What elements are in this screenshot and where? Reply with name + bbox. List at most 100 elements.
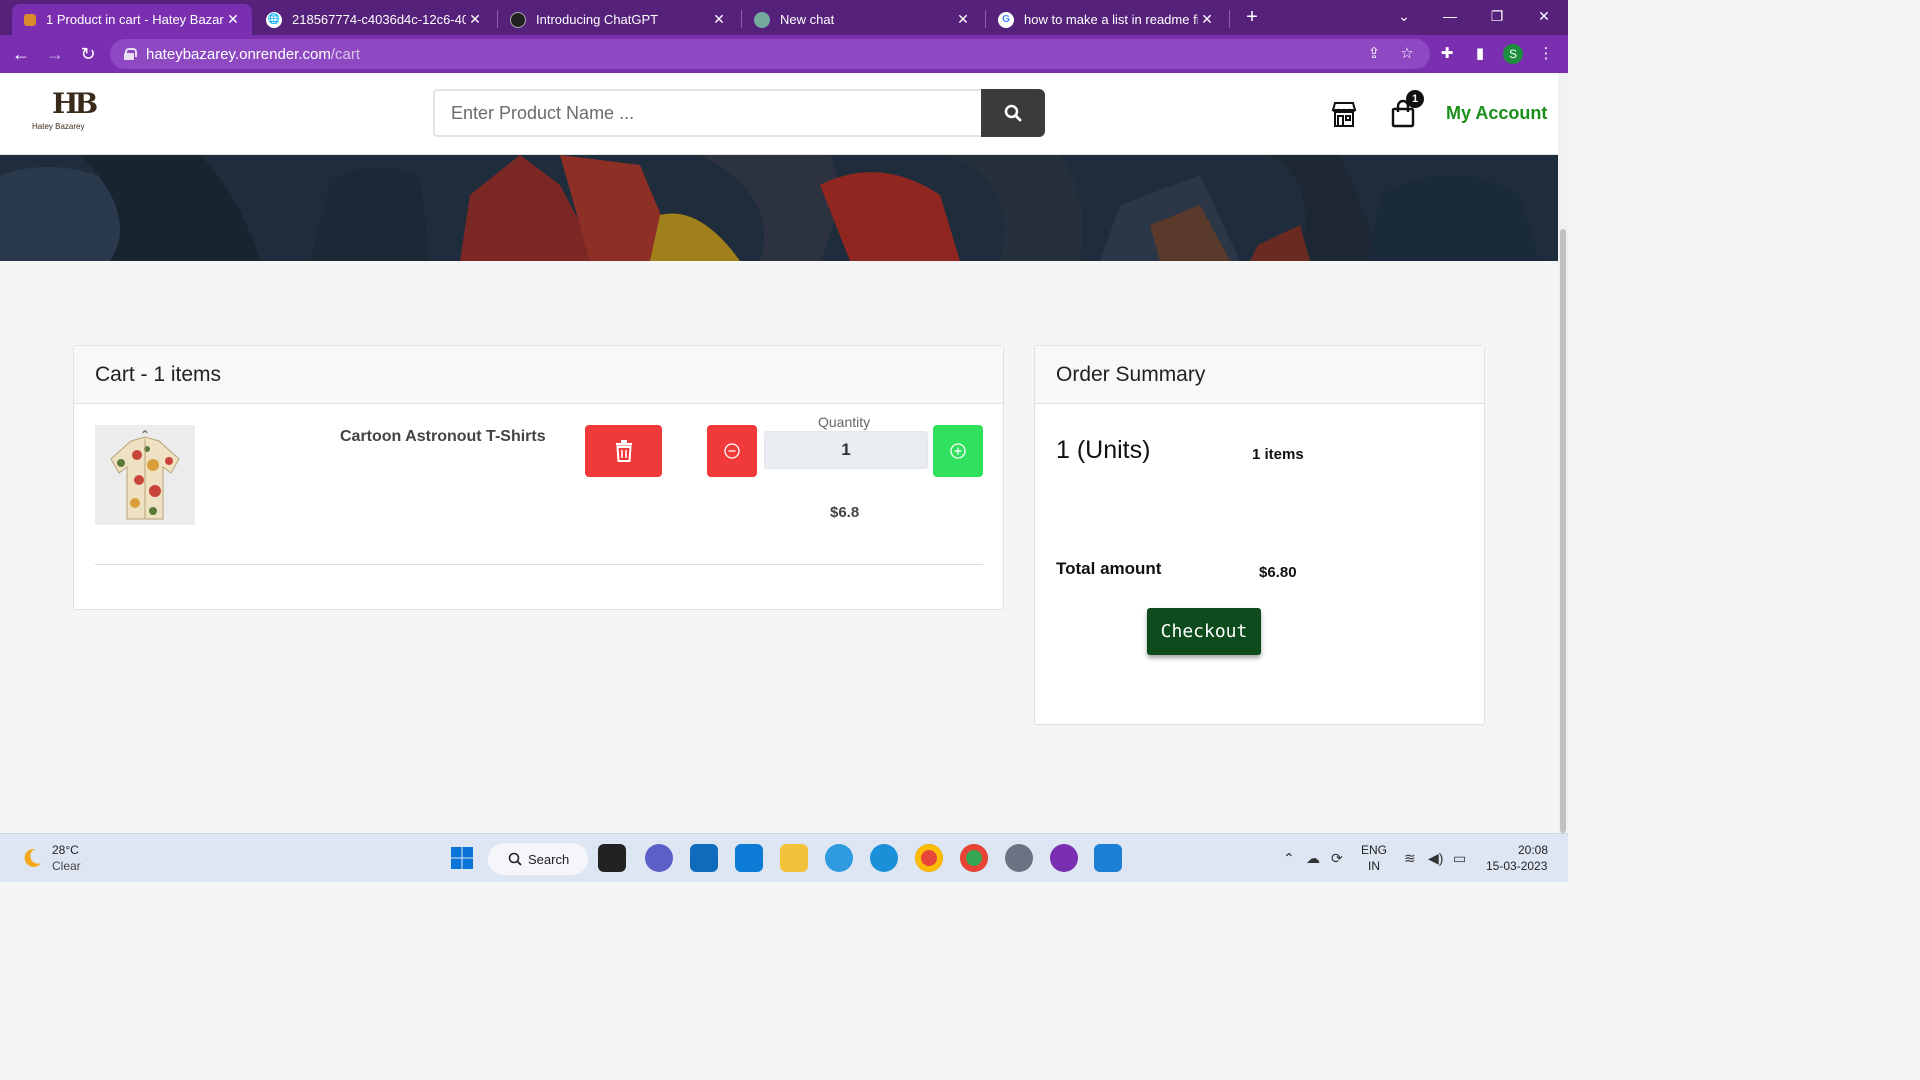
cart-heading: Cart - 1 items	[74, 346, 1003, 404]
edge-icon[interactable]	[870, 844, 898, 872]
github-desktop-icon[interactable]	[1050, 844, 1078, 872]
order-summary-heading: Order Summary	[1035, 346, 1484, 404]
close-window-button[interactable]: ✕	[1524, 4, 1564, 28]
product-image[interactable]	[95, 425, 195, 525]
quantity-label: Quantity	[818, 414, 871, 430]
settings-gear-icon[interactable]	[1005, 844, 1033, 872]
back-arrow-icon[interactable]: ←	[8, 41, 34, 67]
search-icon	[508, 852, 522, 866]
cart-divider	[95, 564, 983, 565]
reload-icon[interactable]: ↻	[75, 41, 101, 67]
forward-arrow-icon[interactable]: →	[42, 41, 68, 67]
close-tab-icon[interactable]: ✕	[710, 11, 728, 28]
tab-search-chevron-icon[interactable]: ⌄	[1384, 4, 1424, 28]
openai-icon	[510, 11, 526, 28]
tab-introducing-chatgpt[interactable]: Introducing ChatGPT ✕	[498, 4, 738, 35]
page-scrollbar[interactable]	[1558, 73, 1568, 833]
summary-items: 1 items	[1252, 446, 1304, 463]
url-path: /cart	[330, 45, 361, 63]
product-name[interactable]: Cartoon Astronout T-Shirts	[340, 428, 546, 446]
task-view-icon[interactable]	[598, 844, 626, 872]
shop-favicon-icon	[24, 13, 36, 26]
hero-banner-image	[0, 155, 1558, 261]
show-hidden-icons-chevron-icon[interactable]: ⌃	[1283, 850, 1295, 867]
globe-icon: 🌐	[266, 11, 282, 28]
cart-card: Cart - 1 items Cartoon Astronout T-Shirt…	[73, 345, 1004, 610]
trash-icon	[615, 440, 632, 462]
cart-page: Cart - 1 items Cartoon Astronout T-Shirt…	[0, 261, 1558, 833]
restore-button[interactable]: ❐	[1477, 4, 1517, 28]
windows-taskbar: 28°C Clear Search ⌃ ☁ ⟳ ENG IN ≋ ◀) ▭ 20…	[0, 833, 1568, 882]
my-account-link[interactable]: My Account	[1446, 103, 1547, 124]
weather-temperature[interactable]: 28°C	[52, 843, 79, 857]
tab-google-search[interactable]: G how to make a list in readme file ✕	[986, 4, 1226, 35]
search-icon	[1004, 104, 1022, 122]
browser-tab-strip: 1 Product in cart - Hatey Bazarey ✕ 🌐 21…	[0, 0, 1568, 35]
chrome-profile-icon[interactable]	[915, 844, 943, 872]
summary-units: 1 (Units)	[1056, 436, 1151, 464]
total-amount-label: Total amount	[1056, 559, 1162, 578]
wifi-icon[interactable]: ≋	[1404, 850, 1416, 867]
close-tab-icon[interactable]: ✕	[466, 11, 484, 28]
order-summary-card: Order Summary 1 (Units) 1 items Total am…	[1034, 345, 1485, 725]
quantity-field[interactable]: 1	[764, 431, 928, 469]
increase-quantity-button[interactable]	[933, 425, 983, 477]
close-tab-icon[interactable]: ✕	[954, 11, 972, 28]
extensions-puzzle-icon[interactable]: ✚	[1436, 43, 1458, 65]
myhp-icon[interactable]	[735, 844, 763, 872]
bookmark-star-icon[interactable]: ☆	[1396, 43, 1418, 65]
store-icon[interactable]	[1329, 99, 1359, 129]
quantity-value: 1	[841, 440, 851, 459]
close-tab-icon[interactable]: ✕	[1198, 11, 1216, 28]
tab-title: how to make a list in readme file	[1024, 12, 1198, 27]
search-input[interactable]	[433, 89, 981, 137]
checkout-button[interactable]: Checkout	[1147, 608, 1261, 655]
tab-title: New chat	[780, 12, 835, 27]
browser-toolbar: ← → ↻ hateybazarey.onrender.com/cart ⇪ ☆…	[0, 35, 1568, 73]
minimize-button[interactable]: —	[1430, 4, 1470, 28]
battery-icon[interactable]: ▭	[1453, 850, 1466, 867]
scrollbar-thumb[interactable]	[1560, 229, 1566, 833]
clock-time[interactable]: 20:08	[1518, 843, 1548, 857]
decrease-quantity-button[interactable]	[707, 425, 757, 477]
tab-github-image[interactable]: 🌐 218567774-c4036d4c-12c6-400d ✕	[254, 4, 494, 35]
total-amount-value: $6.80	[1259, 564, 1297, 581]
new-tab-button[interactable]: +	[1240, 6, 1264, 30]
profile-avatar[interactable]: S	[1503, 44, 1523, 64]
language-indicator[interactable]: ENG	[1361, 843, 1387, 857]
microsoft-store-icon[interactable]	[690, 844, 718, 872]
chat-icon[interactable]	[645, 844, 673, 872]
banner-illustration	[0, 155, 1558, 261]
tab-hatey-bazarey-cart[interactable]: 1 Product in cart - Hatey Bazarey ✕	[12, 4, 252, 35]
delete-item-button[interactable]	[585, 425, 662, 477]
address-bar[interactable]: hateybazarey.onrender.com/cart	[110, 39, 1430, 69]
chatgpt-icon	[754, 11, 770, 28]
logo-mark: HB	[52, 87, 98, 120]
taskbar-search[interactable]: Search	[488, 843, 588, 875]
lock-icon	[124, 48, 137, 60]
url-host: hateybazarey.onrender.com	[146, 45, 331, 63]
chrome-icon[interactable]	[960, 844, 988, 872]
tips-icon[interactable]	[825, 844, 853, 872]
close-tab-icon[interactable]: ✕	[224, 11, 242, 28]
tab-title: Introducing ChatGPT	[536, 12, 659, 27]
minus-circle-icon	[724, 443, 740, 459]
moon-weather-icon[interactable]	[20, 846, 44, 870]
region-indicator[interactable]: IN	[1368, 859, 1380, 873]
kebab-menu-icon[interactable]: ⋮	[1535, 43, 1557, 65]
tab-new-chat[interactable]: New chat ✕	[742, 4, 982, 35]
clock-date[interactable]: 15-03-2023	[1486, 859, 1547, 873]
vscode-icon[interactable]	[1094, 844, 1122, 872]
onedrive-cloud-icon[interactable]: ☁	[1306, 850, 1320, 867]
weather-condition[interactable]: Clear	[52, 859, 81, 873]
search-button[interactable]	[981, 89, 1045, 137]
product-search	[433, 89, 1045, 137]
site-logo[interactable]: HB Hatey Bazarey	[30, 87, 122, 135]
sync-icon[interactable]: ⟳	[1331, 850, 1343, 867]
site-header: HB Hatey Bazarey 1 My Account	[0, 73, 1558, 155]
file-explorer-icon[interactable]	[780, 844, 808, 872]
windows-start-icon[interactable]	[448, 844, 476, 872]
share-icon[interactable]: ⇪	[1363, 43, 1385, 65]
volume-icon[interactable]: ◀)	[1428, 850, 1443, 867]
side-panel-icon[interactable]: ▮	[1469, 43, 1491, 65]
